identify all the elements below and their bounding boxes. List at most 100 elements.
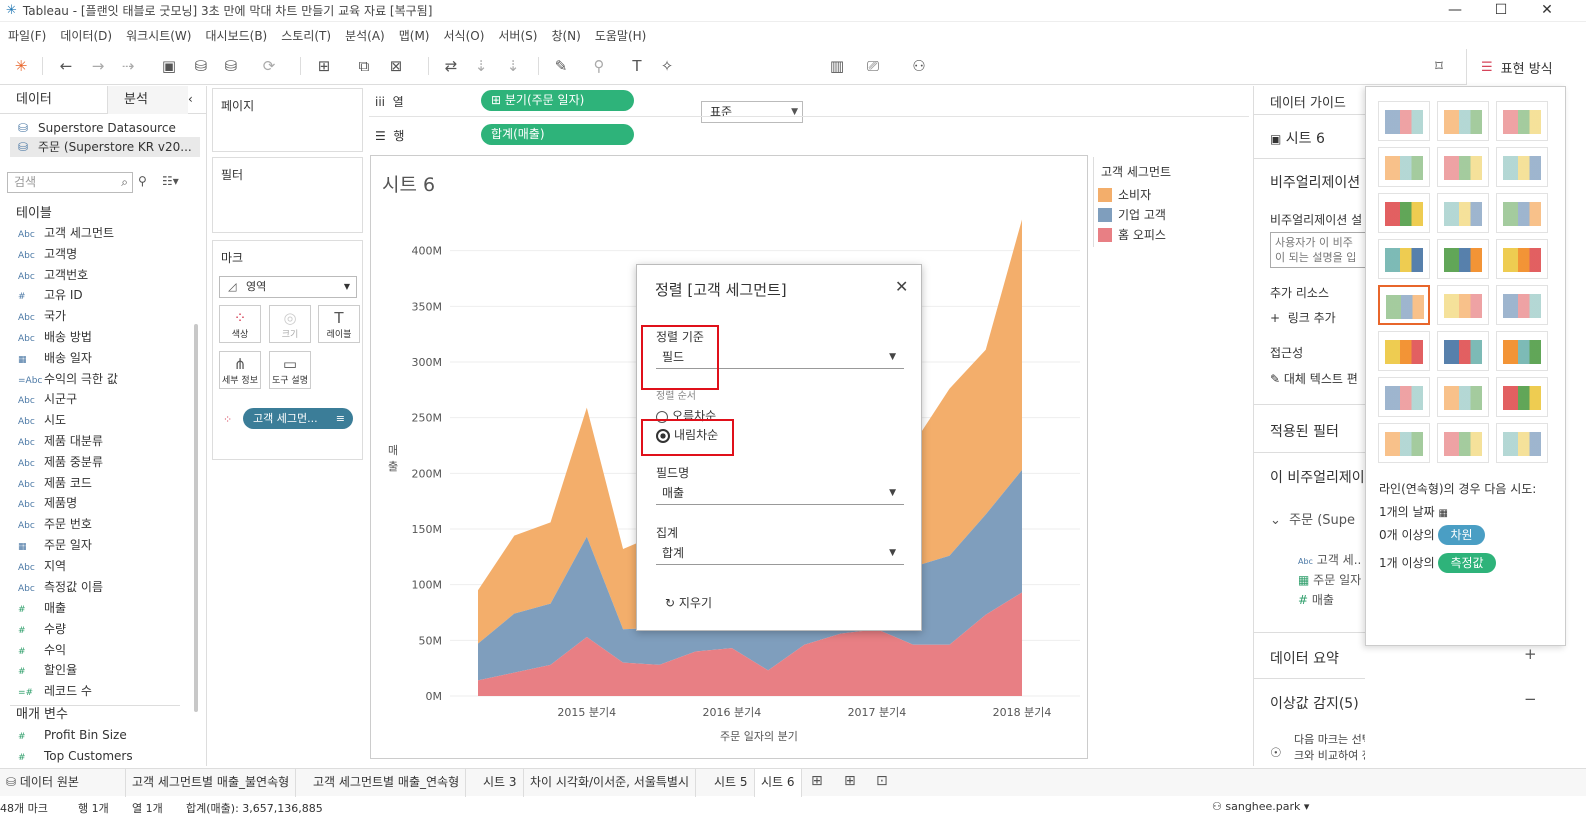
replay-icon[interactable]: ⇢ <box>117 55 139 77</box>
chart-type-thumbnail[interactable] <box>1496 377 1548 417</box>
menu-file[interactable]: 파일(F) <box>8 27 46 44</box>
tab-sheet-5[interactable]: 시트 5 <box>708 769 755 797</box>
legend-item-consumer[interactable]: 소비자 <box>1098 186 1151 204</box>
menu-format[interactable]: 서식(O) <box>444 27 485 44</box>
field-item[interactable]: # 수익 <box>18 640 198 660</box>
field-item[interactable]: Abc 측정값 이름 <box>18 577 198 597</box>
parameter-item[interactable]: # Top Customers <box>18 746 198 766</box>
field-item[interactable]: =Abc 수익의 극한 값 <box>18 369 198 389</box>
parameter-item[interactable]: # Profit Bin Size <box>18 725 198 745</box>
tab-analysis[interactable]: 분석 <box>108 86 188 114</box>
chart-type-thumbnail[interactable] <box>1437 377 1489 417</box>
field-item[interactable]: Abc 제품 대분류 <box>18 431 198 451</box>
field-item[interactable]: # 매출 <box>18 598 198 618</box>
new-worksheet-icon[interactable]: ⊞ <box>811 773 823 789</box>
clear-sheet-icon[interactable]: ⊠ <box>385 55 407 77</box>
show-cards-icon[interactable]: ▥ <box>826 55 848 77</box>
chart-type-thumbnail[interactable] <box>1378 193 1430 233</box>
alt-text-button[interactable]: ✎ 대체 텍스트 편 <box>1270 370 1358 387</box>
chart-type-thumbnail[interactable] <box>1496 101 1548 141</box>
filters-card[interactable]: 필터 <box>212 157 363 233</box>
tab-sheet-6[interactable]: 시트 6 <box>755 769 802 797</box>
new-datasource-icon[interactable]: ⛁ <box>190 55 212 77</box>
field-name-select[interactable]: 매출 ▼ <box>656 483 904 505</box>
chart-type-thumbnail[interactable] <box>1496 147 1548 187</box>
scrollbar[interactable] <box>194 324 198 712</box>
chart-type-thumbnail[interactable] <box>1378 331 1430 371</box>
sort-desc-icon[interactable]: ⇣ <box>502 55 524 77</box>
field-item[interactable]: Abc 시도 <box>18 410 198 430</box>
aggregation-select[interactable]: 합계 ▼ <box>656 543 904 565</box>
field-item[interactable]: Abc 고객번호 <box>18 265 198 285</box>
field-item[interactable]: # 수량 <box>18 619 198 639</box>
field-item[interactable]: =# 레코드 수 <box>18 681 198 701</box>
rows-pill[interactable]: 합계(매출) <box>481 124 634 145</box>
collapse-icon[interactable]: − <box>1524 690 1537 708</box>
field-item[interactable]: Abc 국가 <box>18 306 198 326</box>
menu-dashboard[interactable]: 대시보드(B) <box>205 27 267 44</box>
expand-icon[interactable]: + <box>1524 645 1537 663</box>
field-item[interactable]: Abc 제품 코드 <box>18 473 198 493</box>
field-item[interactable]: # 고유 ID <box>18 285 198 305</box>
segment-pill[interactable]: 고객 세그먼... ≡ <box>243 408 353 429</box>
mark-type-select[interactable]: ◿ 영역 ▼ <box>219 276 357 298</box>
menu-server[interactable]: 서버(S) <box>498 27 537 44</box>
datasource-superstore[interactable]: ⛁ Superstore Datasource <box>10 118 200 138</box>
field-item[interactable]: Abc 고객명 <box>18 244 198 264</box>
chart-type-thumbnail[interactable] <box>1437 331 1489 371</box>
field-item[interactable]: ▦ 주문 일자 <box>18 535 198 555</box>
sort-asc-icon[interactable]: ⇣ <box>470 55 492 77</box>
paint-roller-icon[interactable]: ⌑ <box>1428 55 1450 77</box>
chart-type-thumbnail[interactable] <box>1378 423 1430 463</box>
chart-type-thumbnail[interactable] <box>1437 193 1489 233</box>
menu-story[interactable]: 스토리(T) <box>281 27 331 44</box>
menu-help[interactable]: 도움말(H) <box>595 27 647 44</box>
chart-type-thumbnail[interactable] <box>1437 239 1489 279</box>
new-story-icon[interactable]: ⊡ <box>876 773 888 789</box>
field-item[interactable]: Abc 제품 중분류 <box>18 452 198 472</box>
chart-type-thumbnail[interactable] <box>1378 147 1430 187</box>
color-button[interactable]: ⁘ 색상 <box>219 305 261 343</box>
menu-worksheet[interactable]: 워크시트(W) <box>126 27 191 44</box>
redo-icon[interactable]: → <box>87 55 109 77</box>
view-options-icon[interactable]: ☷▾ <box>162 174 179 188</box>
chart-type-thumbnail[interactable] <box>1378 101 1430 141</box>
legend-item-home-office[interactable]: 홈 오피스 <box>1098 226 1166 244</box>
chart-type-thumbnail[interactable] <box>1437 423 1489 463</box>
chart-type-thumbnail[interactable] <box>1496 239 1548 279</box>
chart-type-thumbnail[interactable] <box>1496 423 1548 463</box>
tooltip-button[interactable]: ▭ 도구 설명 <box>269 351 311 389</box>
add-link-button[interactable]: + 링크 추가 <box>1270 309 1336 326</box>
chart-type-thumbnail[interactable] <box>1378 239 1430 279</box>
field-item[interactable]: Abc 시군구 <box>18 389 198 409</box>
field-item[interactable]: Abc 주문 번호 <box>18 514 198 534</box>
new-dashboard-icon[interactable]: ⊞ <box>844 773 856 789</box>
swap-icon[interactable]: ⇄ <box>440 55 462 77</box>
menu-map[interactable]: 맵(M) <box>399 27 430 44</box>
tab-data[interactable]: 데이터 <box>0 86 108 114</box>
datasource-orders[interactable]: ⛁ 주문 (Superstore KR v20... <box>10 137 200 157</box>
pause-updates-icon[interactable]: ⛁ <box>220 55 242 77</box>
chart-type-thumbnail[interactable] <box>1496 331 1548 371</box>
menu-analysis[interactable]: 분석(A) <box>345 27 385 44</box>
chart-type-thumbnail[interactable] <box>1437 285 1489 325</box>
tab-sheet-3[interactable]: 시트 3 <box>477 769 524 797</box>
field-item[interactable]: # 할인율 <box>18 660 198 680</box>
field-item[interactable]: ▦ 배송 일자 <box>18 348 198 368</box>
highlight-icon[interactable]: ✎ <box>550 55 572 77</box>
detail-button[interactable]: ⋔ 세부 정보 <box>219 351 261 389</box>
filter-icon[interactable]: ⚲ <box>138 174 147 188</box>
tableau-home-icon[interactable]: ✳ <box>10 55 32 77</box>
field-item[interactable]: Abc 고객 세그먼트 <box>18 223 198 243</box>
field-item[interactable]: Abc 제품명 <box>18 493 198 513</box>
size-button[interactable]: ◎ 크기 <box>269 305 311 343</box>
viz-description-input[interactable]: 사용자가 이 비주 이 되는 설명을 입 <box>1270 232 1365 268</box>
pages-card[interactable]: 페이지 <box>212 88 363 152</box>
close-window-button[interactable]: ✕ <box>1524 0 1570 22</box>
tab-sheet-diff[interactable]: 차이 시각화/이서준, 서울특별시 <box>524 769 697 797</box>
duplicate-icon[interactable]: ⧉ <box>353 55 375 77</box>
chart-type-thumbnail[interactable] <box>1437 147 1489 187</box>
tree-root[interactable]: ⌄ 주문 (Supe <box>1270 509 1355 528</box>
labels-icon[interactable]: T <box>626 55 648 77</box>
chart-type-thumbnail[interactable] <box>1378 377 1430 417</box>
